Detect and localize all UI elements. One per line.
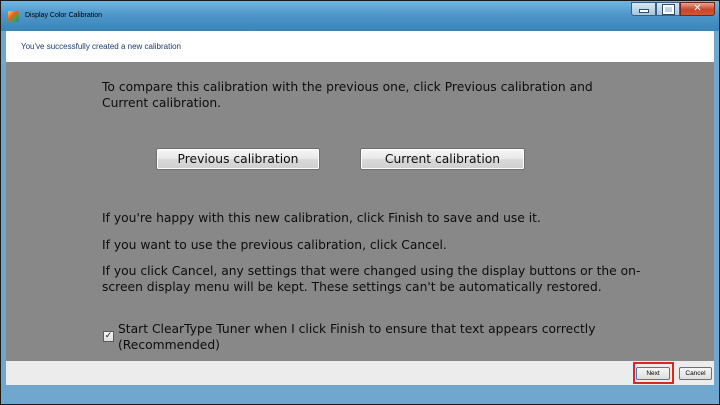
cancel-warning: If you click Cancel, any settings that w… (102, 264, 641, 294)
maximize-button[interactable] (656, 2, 680, 16)
current-calibration-button[interactable]: Current calibration (360, 148, 525, 170)
color-calibration-icon (8, 11, 19, 22)
cleartype-label[interactable]: Start ClearType Tuner when I click Finis… (118, 321, 618, 353)
cancel-instructions: If you want to use the previous calibrat… (102, 238, 447, 252)
window-bottom-border (6, 385, 714, 398)
minimize-icon (638, 9, 649, 13)
wizard-content: To compare this calibration with the pre… (6, 62, 714, 361)
close-icon: ✕ (693, 3, 702, 14)
minimize-button[interactable] (631, 2, 656, 16)
wizard-footer: Next Cancel (6, 361, 714, 385)
calibration-window: Display Color Calibration ✕ You've succe… (0, 0, 720, 405)
next-button[interactable]: Next (636, 367, 670, 380)
close-button[interactable]: ✕ (680, 2, 715, 16)
window-controls: ✕ (631, 2, 715, 16)
intro-text: To compare this calibration with the pre… (102, 80, 593, 110)
wizard-header: You've successfully created a new calibr… (6, 31, 714, 62)
cleartype-checkbox[interactable]: ✓ (103, 331, 114, 342)
maximize-icon (661, 3, 675, 15)
cancel-button[interactable]: Cancel (679, 367, 712, 380)
window-title: Display Color Calibration (25, 12, 103, 19)
header-title: You've successfully created a new calibr… (21, 42, 181, 51)
previous-calibration-button[interactable]: Previous calibration (156, 148, 320, 170)
title-bar[interactable]: Display Color Calibration ✕ (1, 1, 719, 31)
finish-instructions: If you're happy with this new calibratio… (102, 211, 541, 225)
checkmark-icon: ✓ (104, 331, 113, 341)
